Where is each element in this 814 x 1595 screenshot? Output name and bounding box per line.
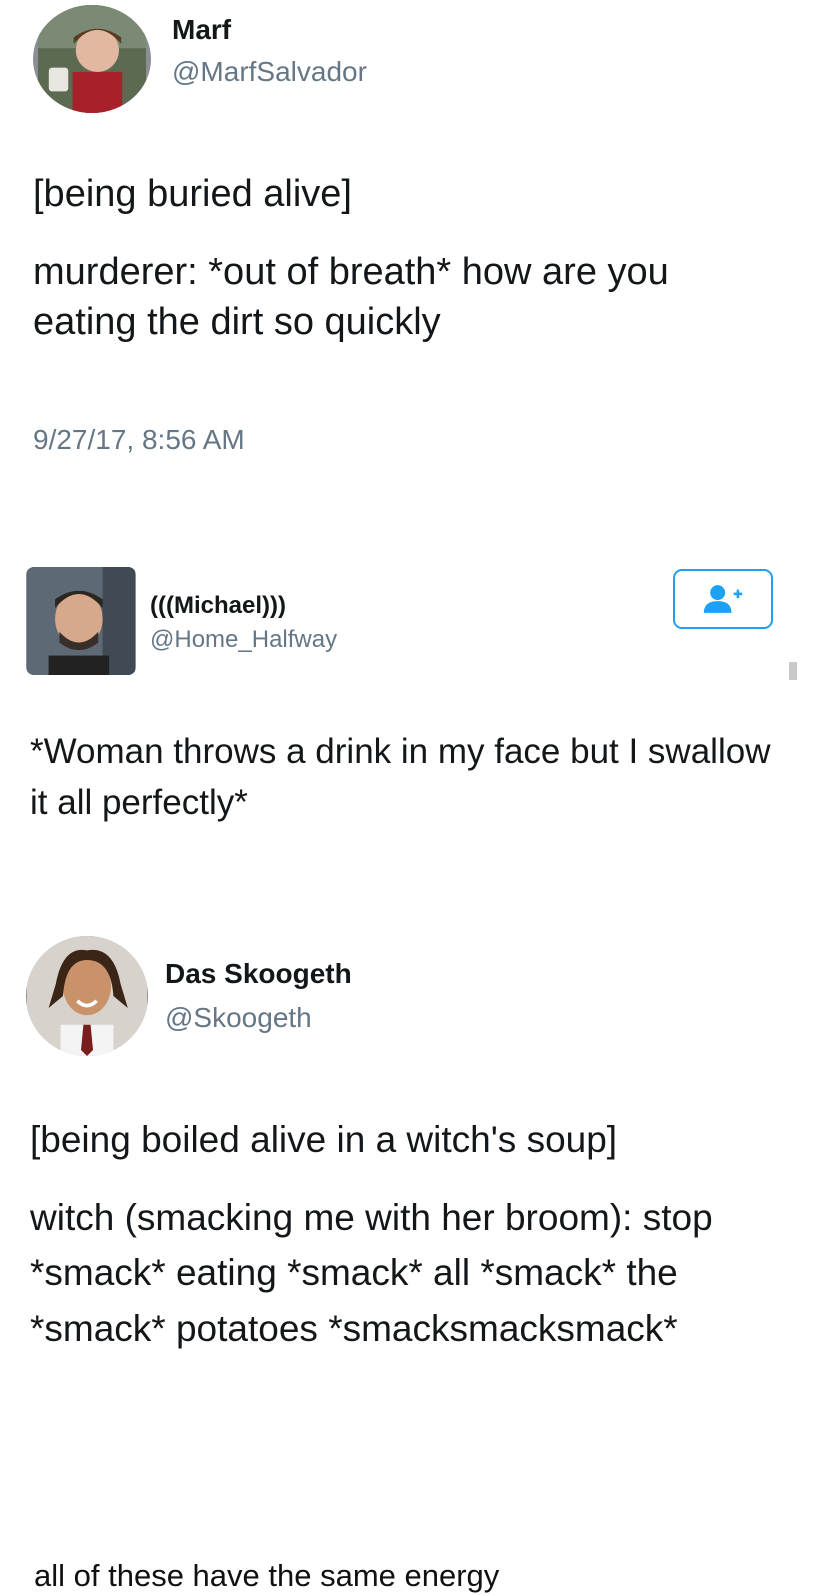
avatar-marf[interactable] <box>33 5 151 113</box>
author-name[interactable]: Das Skoogeth <box>165 958 352 990</box>
author-handle[interactable]: @MarfSalvador <box>172 56 367 88</box>
tweet-text: [being buried alive] murderer: *out of b… <box>33 169 793 347</box>
avatar-michael-image <box>27 567 135 675</box>
author-handle[interactable]: @Skoogeth <box>165 1002 312 1034</box>
author-handle[interactable]: @Home_Halfway <box>150 626 337 654</box>
avatar-skoogeth[interactable] <box>26 936 148 1056</box>
tweet-line: murderer: *out of breath* how are you ea… <box>33 251 669 344</box>
tweet-line: [being boiled alive in a witch's soup] <box>30 1119 618 1160</box>
avatar-michael[interactable] <box>26 567 136 675</box>
tweet-text: *Woman throws a drink in my face but I s… <box>30 727 790 829</box>
scrollbar-thumb[interactable] <box>789 662 797 680</box>
tweet-timestamp[interactable]: 9/27/17, 8:56 AM <box>33 424 245 456</box>
author-name[interactable]: Marf <box>172 14 231 46</box>
tweet-line: *Woman throws a drink in my face but I s… <box>30 732 771 822</box>
avatar-marf-image <box>38 5 146 113</box>
tweet-text: [being boiled alive in a witch's soup] w… <box>30 1112 800 1356</box>
follow-user-icon <box>703 585 743 613</box>
post-caption: all of these have the same energy <box>34 1558 500 1593</box>
author-name[interactable]: (((Michael))) <box>150 592 286 620</box>
tweet-line: witch (smacking me with her broom): stop… <box>30 1196 713 1349</box>
tweet-line: [being buried alive] <box>33 173 352 215</box>
follow-button[interactable] <box>673 569 773 629</box>
avatar-skoogeth-image <box>27 936 147 1056</box>
